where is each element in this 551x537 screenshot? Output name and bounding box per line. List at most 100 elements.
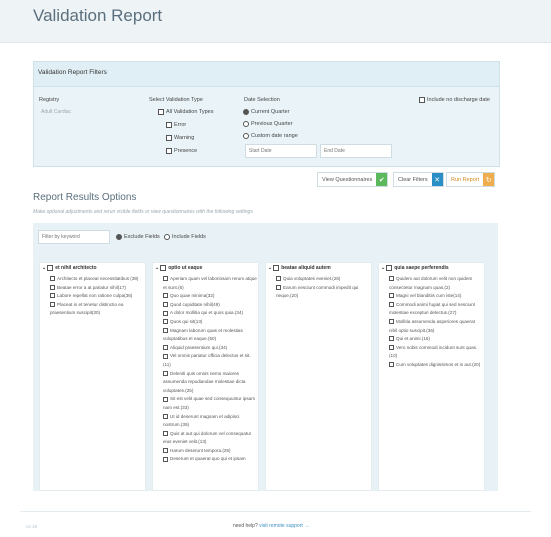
list-item-label: Vel omnis pariatur officia delectus et s… (163, 353, 251, 367)
list-item[interactable]: Quos qui sit(13) (163, 318, 258, 327)
page-title: Validation Report (33, 6, 163, 25)
column-title: beatae aliquid autem (281, 265, 331, 271)
checkbox-icon (276, 276, 281, 282)
previous-quarter-radio[interactable]: Previous Quarter (243, 121, 293, 127)
list-item-label: Cum voluptates dignissimos et in aut.(20… (396, 361, 481, 367)
list-item[interactable]: Quidem aut dolorum velit non quidem cons… (389, 275, 484, 292)
list-item-label: Sit est velit quae sed consequuntur ipsa… (163, 396, 256, 410)
result-column-2: ⌄ optio ut eaque Aperiam quam vel labori… (152, 262, 259, 491)
list-item[interactable]: A dolor mollitia qui et quos quia.(34) (163, 309, 258, 318)
list-item[interactable]: Sit est velit quae sed consequuntur ipsa… (163, 395, 258, 412)
list-item[interactable]: Quis at aut qui dolorum vel consequatur … (163, 430, 258, 447)
checkbox-icon (163, 396, 168, 402)
list-item[interactable]: Quod cupiditate nihil(49) (163, 301, 258, 310)
list-item-label: Deserunt et quaerat quo qui et ipsam (170, 456, 246, 462)
list-item[interactable]: Architecto et placeat necessitatibus (38… (50, 275, 145, 284)
all-validation-types-checkbox[interactable]: All Validation Types (158, 109, 214, 115)
list-item[interactable]: Ut id deserunt magnam et adipisci nostru… (163, 413, 258, 430)
end-date-input[interactable] (320, 144, 392, 158)
column-header[interactable]: ⌄ beatae aliquid autem (268, 265, 331, 271)
list-item[interactable]: Beatae error a at pariatur nihil(17) (50, 284, 145, 293)
include-fields-radio[interactable]: Include Fields (164, 234, 206, 240)
list-item-label: Quidem aut dolorum velit non quidem cons… (389, 276, 473, 290)
exclude-fields-radio[interactable]: Exclude Fields (116, 234, 160, 240)
start-date-input[interactable] (245, 144, 317, 158)
checkbox-icon (166, 148, 172, 154)
list-item[interactable]: Deserunt et quaerat quo qui et ipsam (163, 455, 258, 464)
list-item[interactable]: Cum voluptates dignissimos et in aut.(20… (389, 361, 484, 370)
list-item[interactable]: Magni vel blanditiis cum iste(14) (389, 292, 484, 301)
checkbox-icon (166, 122, 172, 128)
list-item[interactable]: Harum deserunt tempora.(29) (163, 447, 258, 456)
list-item[interactable]: Aperiam quam vel laboriosam rerum atque … (163, 275, 258, 292)
checkbox-icon (389, 293, 394, 299)
custom-date-range-label: Custom date range (251, 133, 298, 139)
checkbox-icon (50, 284, 55, 290)
list-item[interactable]: Commodi animi fugiat qui sed nesciunt mo… (389, 301, 484, 318)
checkbox-icon (386, 265, 393, 271)
list-item[interactable]: Earum nesciunt commodi impedit qui neque… (276, 284, 371, 301)
help-text: need help? visit remote support → (233, 523, 309, 529)
current-quarter-radio[interactable]: Current Quarter (243, 109, 290, 115)
footer-divider (20, 511, 531, 512)
list-item[interactable]: Qui et animi.(16) (389, 335, 484, 344)
view-questionnaires-label: View Questionnaires (322, 176, 373, 183)
column-header[interactable]: ⌄ optio ut eaque (155, 265, 202, 271)
list-item-label: Mollitia assumenda asperiores quaerat ni… (389, 318, 475, 333)
list-item[interactable]: Quia voluptates eveniet.(26) (276, 275, 371, 284)
checkbox-icon (163, 310, 168, 316)
list-item[interactable]: Labore repellat non ratione culpa(36) (50, 292, 145, 301)
date-selection-label: Date Selection (244, 97, 280, 103)
list-item[interactable]: Vero nobis commodi incidunt sunt quas.(1… (389, 344, 484, 361)
presence-checkbox[interactable]: Presence (166, 148, 197, 154)
result-column-1: ⌄ et nihil architecto Architecto et plac… (39, 262, 146, 491)
list-item-label: Commodi animi fugiat qui sed nesciunt mo… (389, 301, 475, 316)
list-item[interactable]: Mollitia assumenda asperiores quaerat ni… (389, 318, 484, 335)
checkbox-icon (163, 302, 168, 308)
checkbox-icon (160, 265, 167, 271)
list-item-label: Quos qui sit(13) (170, 318, 203, 324)
checkbox-icon (50, 302, 55, 308)
list-item-label: Deleniti quis omnis nemo maiores assumen… (163, 370, 246, 393)
exclude-fields-label: Exclude Fields (124, 234, 160, 240)
checkbox-icon (389, 302, 394, 308)
clear-filters-button[interactable]: Clear Filters ✕ (393, 172, 444, 187)
error-checkbox[interactable]: Error (166, 122, 186, 128)
list-item[interactable]: Vel omnis pariatur officia delectus et s… (163, 352, 258, 369)
list-item[interactable]: Magnam laborum quas et molestias volupta… (163, 327, 258, 344)
view-questionnaires-button[interactable]: View Questionnaires ✔ (317, 172, 389, 187)
include-no-discharge-checkbox[interactable]: Include no discharge date (419, 97, 490, 103)
checkbox-icon (47, 265, 54, 271)
checkbox-icon (389, 276, 394, 282)
list-item[interactable]: Aliquid praesentium qui.(34) (163, 344, 258, 353)
list-item-label: Qui et animi.(16) (396, 336, 430, 342)
keyword-filter-input[interactable] (38, 230, 110, 244)
custom-date-range-radio[interactable]: Custom date range (243, 133, 298, 139)
list-item-label: Ut id deserunt magnam et adipisci nostru… (163, 413, 240, 428)
checkbox-icon (163, 345, 168, 351)
warning-checkbox[interactable]: Warning (166, 135, 194, 141)
checkbox-icon (389, 336, 394, 342)
checkbox-icon (163, 353, 168, 359)
checkbox-icon (50, 276, 55, 282)
list-item[interactable]: Placeat in et tenetur distinctio ea prae… (50, 301, 145, 318)
list-item[interactable]: Deleniti quis omnis nemo maiores assumen… (163, 370, 258, 396)
results-title: Report Results Options (33, 192, 137, 203)
list-item-label: Quia voluptates eveniet.(26) (283, 276, 341, 281)
column-title: quia saepe perferendis (394, 265, 449, 271)
checkbox-icon (163, 327, 168, 333)
list-item[interactable]: Quo quae minima(32) (163, 292, 258, 301)
checkbox-icon (163, 319, 168, 325)
checkbox-icon (419, 97, 425, 103)
column-header[interactable]: ⌄ et nihil architecto (42, 265, 97, 271)
checkbox-icon (276, 284, 281, 290)
checkbox-icon (163, 448, 168, 454)
checkbox-icon (50, 293, 55, 299)
run-report-button[interactable]: Run Report ↻ (446, 172, 496, 187)
column-header[interactable]: ⌄ quia saepe perferendis (381, 265, 449, 271)
list-item-label: Placeat in et tenetur distinctio ea prae… (50, 301, 124, 316)
checkbox-icon (158, 109, 164, 115)
clear-filters-label: Clear Filters (398, 176, 428, 183)
list-item-label: Quod cupiditate nihil(49) (170, 301, 220, 307)
remote-support-link[interactable]: visit remote support → (259, 523, 309, 529)
